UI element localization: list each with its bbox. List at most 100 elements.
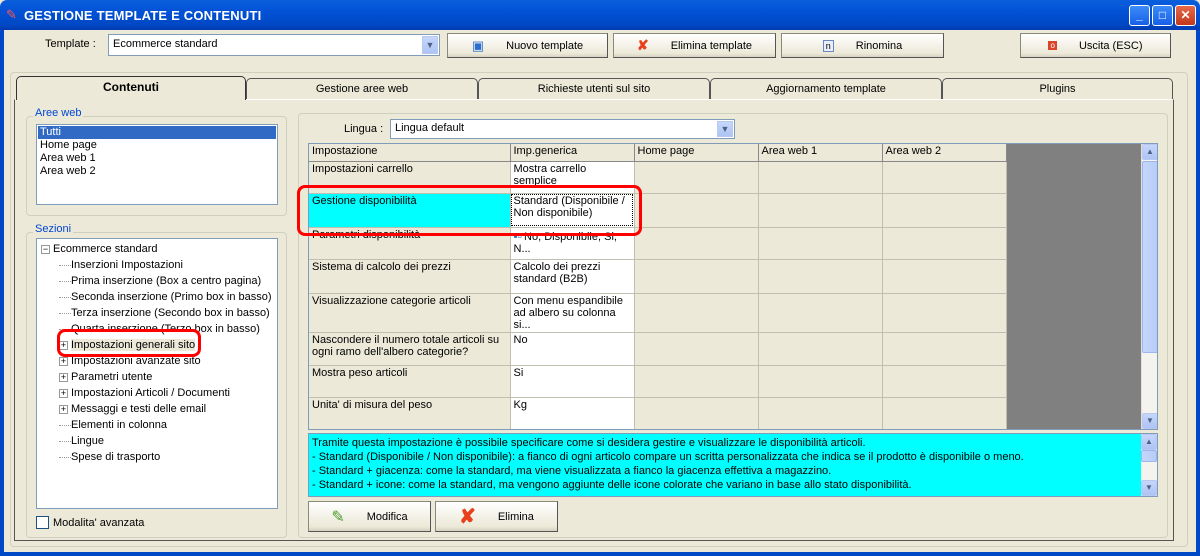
area-value-cell[interactable] (634, 293, 759, 333)
lingua-select[interactable]: Lingua default ▼ (390, 119, 735, 139)
area-value-cell[interactable] (634, 227, 759, 260)
tree-item[interactable]: Seconda inserzione (Primo box in basso) (41, 289, 277, 305)
table-row[interactable]: Sistema di calcolo dei prezzi Calcolo dei… (309, 259, 1007, 294)
area-value-cell[interactable] (882, 227, 1007, 260)
table-row[interactable]: Visualizzazione categorie articoli Con me… (309, 293, 1007, 333)
minimize-button[interactable]: _ (1129, 5, 1150, 26)
setting-name-cell[interactable]: Visualizzazione categorie articoli (309, 293, 511, 333)
column-header[interactable]: Area web 2 (882, 144, 1007, 162)
area-value-cell[interactable] (758, 161, 883, 194)
expand-icon[interactable]: + (59, 372, 68, 382)
scroll-down-icon[interactable]: ▼ (1141, 480, 1157, 496)
chevron-down-icon[interactable]: ▼ (422, 36, 438, 54)
tree-item[interactable]: Inserzioni Impostazioni (41, 257, 277, 273)
scroll-up-icon[interactable]: ▲ (1142, 144, 1157, 160)
setting-value-cell[interactable]: Standard (Disponibile / Non disponibile) (510, 193, 635, 228)
expand-icon[interactable]: + (59, 340, 68, 350)
tab-plugins[interactable]: Plugins (942, 78, 1173, 99)
tree-root[interactable]: − Ecommerce standard (41, 241, 277, 257)
setting-name-cell[interactable]: Sistema di calcolo dei prezzi (309, 259, 511, 294)
maximize-button[interactable]: □ (1152, 5, 1173, 26)
grid-scrollbar[interactable]: ▲ ▼ (1141, 144, 1157, 429)
area-value-cell[interactable] (882, 193, 1007, 228)
tree-item[interactable]: Lingue (41, 433, 277, 449)
tree-item[interactable]: + Impostazioni Articoli / Documenti (41, 385, 277, 401)
table-row[interactable]: Mostra peso articoli Si (309, 365, 1007, 398)
template-select[interactable]: Ecommerce standard ▼ (108, 34, 440, 56)
expand-icon[interactable]: + (59, 404, 68, 414)
list-item[interactable]: Home page (38, 139, 276, 152)
expand-icon[interactable]: + (59, 356, 68, 366)
area-value-cell[interactable] (882, 332, 1007, 366)
setting-value-cell[interactable]: No (510, 332, 635, 366)
tree-item[interactable]: Spese di trasporto (41, 449, 277, 465)
tab-contenuti[interactable]: Contenuti (16, 76, 246, 100)
tree-item[interactable]: + Parametri utente (41, 369, 277, 385)
setting-name-cell[interactable]: Unita' di misura del peso (309, 397, 511, 429)
tree-item[interactable]: + Messaggi e testi delle email (41, 401, 277, 417)
setting-name-cell[interactable]: Nascondere il numero totale articoli su … (309, 332, 511, 366)
scroll-up-icon[interactable]: ▲ (1141, 434, 1157, 450)
rename-button[interactable]: n Rinomina (781, 33, 944, 58)
title-bar[interactable]: ✎ GESTIONE TEMPLATE E CONTENUTI _ □ ✕ (0, 0, 1200, 30)
sezioni-tree[interactable]: − Ecommerce standard Inserzioni Impostazi… (36, 238, 278, 509)
setting-value-cell[interactable]: Con menu espandibile ad albero su colonn… (510, 293, 635, 333)
scroll-thumb[interactable] (1141, 450, 1157, 462)
table-row[interactable]: Unita' di misura del peso Kg (309, 397, 1007, 429)
tab-gestione-aree-web[interactable]: Gestione aree web (246, 78, 478, 99)
area-value-cell[interactable] (634, 193, 759, 228)
list-item[interactable]: Area web 2 (38, 165, 276, 178)
area-value-cell[interactable] (758, 365, 883, 398)
scroll-thumb[interactable] (1142, 161, 1157, 353)
area-value-cell[interactable] (758, 293, 883, 333)
exit-button[interactable]: o Uscita (ESC) (1020, 33, 1171, 58)
tab-richieste-utenti[interactable]: Richieste utenti sul sito (478, 78, 710, 99)
table-row[interactable]: Parametri disponibilità ▪▫ No, Disponibile… (309, 227, 1007, 260)
tab-aggiornamento-template[interactable]: Aggiornamento template (710, 78, 942, 99)
area-value-cell[interactable] (634, 259, 759, 294)
tree-item[interactable]: + Impostazioni avanzate sito (41, 353, 277, 369)
collapse-icon[interactable]: − (41, 244, 50, 254)
setting-name-cell[interactable]: Mostra peso articoli (309, 365, 511, 398)
aree-web-list[interactable]: Tutti Home page Area web 1 Area web 2 (36, 124, 278, 205)
area-value-cell[interactable] (882, 397, 1007, 429)
setting-value-cell[interactable]: Mostra carrello semplice (510, 161, 635, 194)
area-value-cell[interactable] (634, 397, 759, 429)
area-value-cell[interactable] (758, 227, 883, 260)
chevron-down-icon[interactable]: ▼ (717, 121, 733, 137)
list-item[interactable]: Area web 1 (38, 152, 276, 165)
area-value-cell[interactable] (882, 293, 1007, 333)
setting-name-cell[interactable]: Impostazioni carrello (309, 161, 511, 194)
description-scrollbar[interactable]: ▲ ▼ (1141, 434, 1157, 496)
tree-item[interactable]: + Impostazioni generali sito (41, 337, 277, 353)
area-value-cell[interactable] (882, 161, 1007, 194)
tree-item[interactable]: Quarta inserzione (Terzo box in basso) (41, 321, 277, 337)
setting-value-cell[interactable]: Si (510, 365, 635, 398)
delete-template-button[interactable]: ✘ Elimina template (613, 33, 776, 58)
area-value-cell[interactable] (634, 332, 759, 366)
settings-grid[interactable]: Impostazione Imp.generica Home page Area… (308, 143, 1158, 430)
column-header[interactable]: Impostazione (309, 144, 511, 162)
table-row[interactable]: Nascondere il numero totale articoli su … (309, 332, 1007, 366)
column-header[interactable]: Imp.generica (510, 144, 635, 162)
setting-value-cell[interactable]: Calcolo dei prezzi standard (B2B) (510, 259, 635, 294)
setting-name-cell[interactable]: Gestione disponibilità (309, 193, 511, 228)
close-button[interactable]: ✕ (1175, 5, 1196, 26)
area-value-cell[interactable] (882, 365, 1007, 398)
column-header[interactable]: Home page (634, 144, 759, 162)
table-row[interactable]: Gestione disponibilità Standard (Disponib… (309, 193, 1007, 228)
setting-value-cell[interactable]: ▪▫ No, Disponibile, Si, N... (510, 227, 635, 260)
area-value-cell[interactable] (634, 161, 759, 194)
edit-button[interactable]: ✎ Modifica (308, 501, 431, 532)
scroll-down-icon[interactable]: ▼ (1142, 413, 1157, 429)
tree-item[interactable]: Terza inserzione (Secondo box in basso) (41, 305, 277, 321)
tree-item[interactable]: Prima inserzione (Box a centro pagina) (41, 273, 277, 289)
advanced-mode-checkbox[interactable] (36, 516, 49, 529)
setting-value-cell[interactable]: Kg (510, 397, 635, 429)
tree-item[interactable]: Elementi in colonna (41, 417, 277, 433)
new-template-button[interactable]: ▣ Nuovo template (447, 33, 608, 58)
area-value-cell[interactable] (758, 332, 883, 366)
area-value-cell[interactable] (634, 365, 759, 398)
area-value-cell[interactable] (758, 397, 883, 429)
expand-icon[interactable]: + (59, 388, 68, 398)
